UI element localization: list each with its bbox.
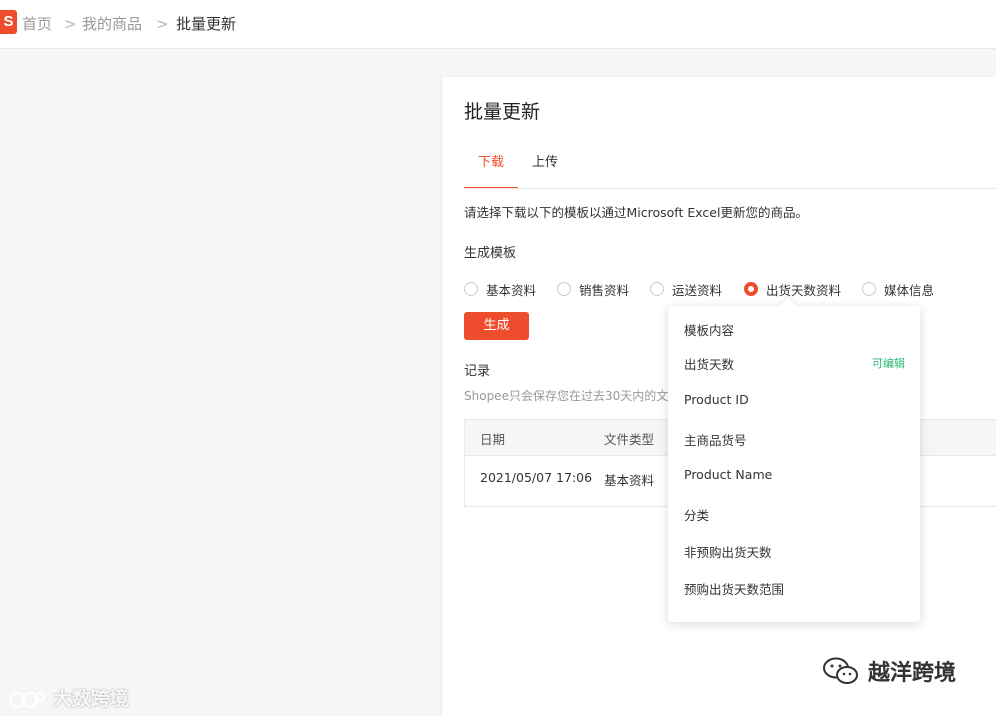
popover-field: Product ID bbox=[684, 392, 749, 407]
top-bar: S 首页 > 我的商品 > 批量更新 bbox=[0, 0, 996, 49]
tab-divider bbox=[464, 188, 996, 189]
template-section-label: 生成模板 bbox=[464, 246, 517, 261]
generate-button[interactable]: 生成 bbox=[464, 312, 529, 340]
breadcrumb-current: 批量更新 bbox=[176, 15, 237, 33]
popover-field: 主商品货号 bbox=[684, 433, 747, 448]
shopee-logo-icon[interactable]: S bbox=[0, 10, 17, 34]
page-title: 批量更新 bbox=[464, 101, 541, 123]
radio-circle-icon bbox=[862, 282, 876, 296]
editable-badge: 可编辑 bbox=[872, 357, 905, 370]
records-note: Shopee只会保存您在过去30天内的文 bbox=[464, 389, 669, 403]
row-date: 2021/05/07 17:06 bbox=[480, 470, 593, 485]
radio-label: 基本资料 bbox=[486, 282, 537, 298]
radio-circle-icon bbox=[650, 282, 664, 296]
radio-label: 出货天数资料 bbox=[766, 282, 842, 298]
header-date: 日期 bbox=[480, 432, 506, 447]
watermark-right: 越洋跨境 bbox=[822, 655, 956, 687]
popover-field: 出货天数 bbox=[684, 357, 735, 372]
tab-download[interactable]: 下载 bbox=[464, 152, 518, 189]
header-file-type: 文件类型 bbox=[604, 432, 655, 447]
records-title: 记录 bbox=[464, 364, 491, 379]
radio-label: 运送资料 bbox=[672, 282, 723, 298]
breadcrumb-home[interactable]: 首页 bbox=[22, 14, 52, 34]
radio-checked-icon bbox=[744, 282, 758, 296]
watermark-logo-icon bbox=[8, 691, 45, 708]
popover-field: 预购出货天数范围 bbox=[684, 582, 785, 597]
tab-upload[interactable]: 上传 bbox=[522, 152, 568, 189]
description-text: 请选择下载以下的模板以通过Microsoft Excel更新您的商品。 bbox=[464, 205, 808, 220]
template-content-popover: 模板内容 出货天数 可编辑 Product ID 主商品货号 Product N… bbox=[668, 306, 920, 622]
radio-basic-info[interactable]: 基本资料 bbox=[464, 281, 537, 298]
watermark-left: 大数跨境 bbox=[8, 684, 129, 711]
radio-circle-icon bbox=[557, 282, 571, 296]
watermark-right-text: 越洋跨境 bbox=[868, 661, 957, 686]
breadcrumb-my-products[interactable]: 我的商品 bbox=[82, 14, 142, 34]
radio-label: 销售资料 bbox=[579, 282, 630, 298]
popover-field: 非预购出货天数 bbox=[684, 545, 772, 560]
popover-field: Product Name bbox=[684, 467, 773, 482]
radio-label: 媒体信息 bbox=[884, 282, 935, 298]
watermark-left-text: 大数跨境 bbox=[52, 688, 129, 710]
radio-days-to-ship[interactable]: 出货天数资料 bbox=[744, 281, 842, 298]
radio-media-info[interactable]: 媒体信息 bbox=[862, 281, 935, 298]
popover-title: 模板内容 bbox=[684, 323, 735, 338]
wechat-icon bbox=[823, 657, 858, 684]
popover-field: 分类 bbox=[684, 508, 710, 523]
radio-sales-info[interactable]: 销售资料 bbox=[557, 281, 630, 298]
chevron-right-icon: > bbox=[156, 15, 169, 33]
radio-shipping-info[interactable]: 运送资料 bbox=[650, 281, 723, 298]
row-file-type: 基本资料 bbox=[604, 473, 655, 488]
chevron-right-icon: > bbox=[64, 15, 77, 33]
radio-circle-icon bbox=[464, 282, 478, 296]
